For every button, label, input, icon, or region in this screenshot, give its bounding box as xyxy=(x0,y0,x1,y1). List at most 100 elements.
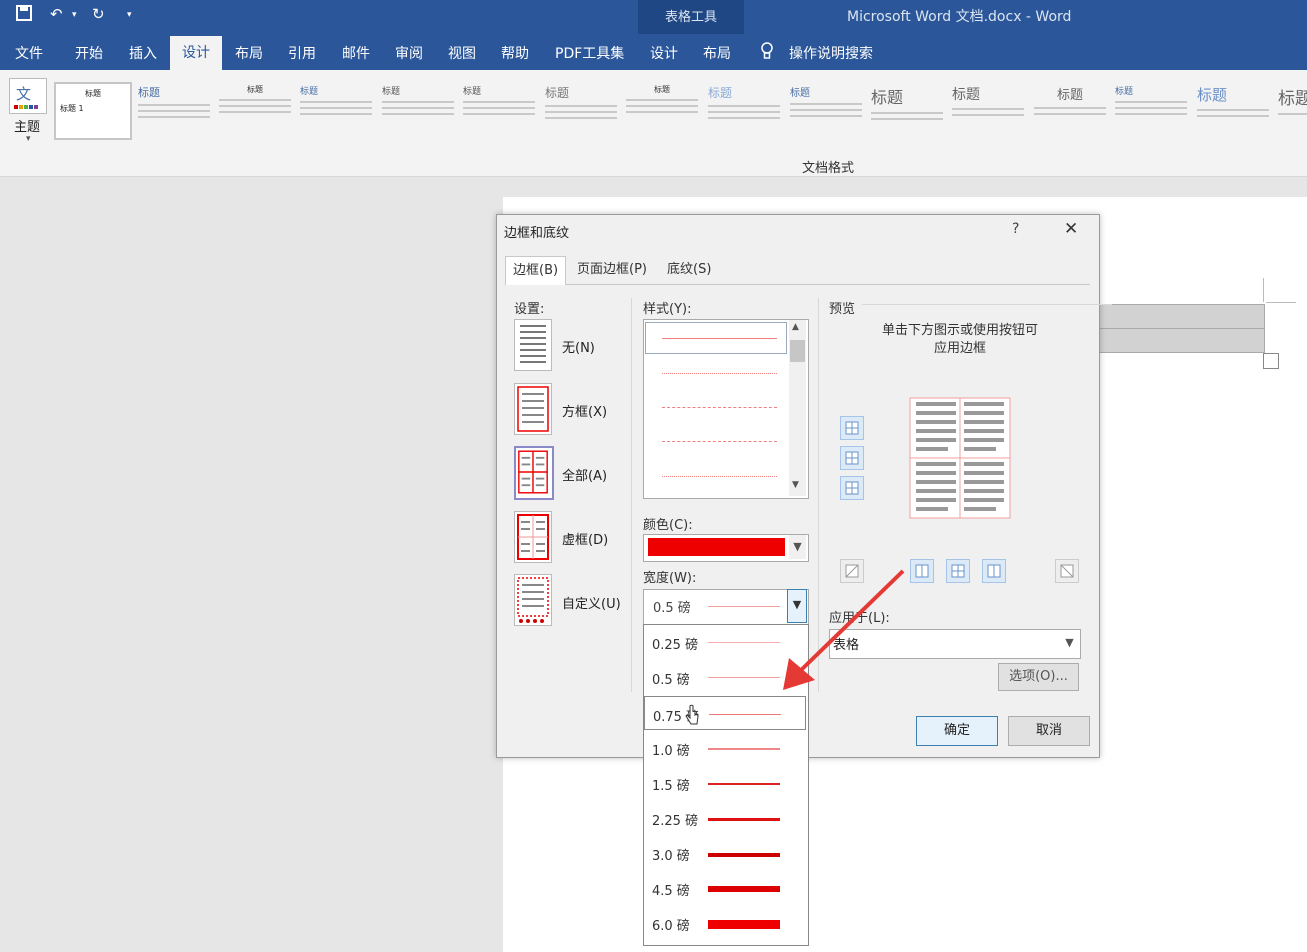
lightbulb-icon xyxy=(760,42,774,60)
line-style-dash-dot[interactable] xyxy=(662,441,777,442)
style-set-thumb[interactable]: 标题 xyxy=(138,84,210,140)
options-button[interactable]: 选项(O)... xyxy=(998,663,1079,691)
cancel-button[interactable]: 取消 xyxy=(1008,716,1090,746)
style-thumb-title: 标题 xyxy=(300,87,319,97)
style-thumb-title: 标题 xyxy=(382,87,401,97)
top-border-icon[interactable] xyxy=(840,416,864,440)
style-set-thumb[interactable]: 标题 xyxy=(626,84,698,140)
tab-table-layout[interactable]: 布局 xyxy=(703,43,731,63)
chevron-down-icon[interactable]: ▾ xyxy=(26,134,31,144)
width-option[interactable]: 3.0 磅 xyxy=(644,836,806,870)
setting-grid-label[interactable]: 虚框(D) xyxy=(562,529,608,548)
scroll-up-icon[interactable]: ▲ xyxy=(792,322,799,332)
setting-custom-label[interactable]: 自定义(U) xyxy=(562,593,621,612)
table-row[interactable] xyxy=(1097,328,1265,353)
tab-help[interactable]: 帮助 xyxy=(501,43,529,63)
bottom-border-icon[interactable] xyxy=(840,476,864,500)
width-select-value: 0.5 磅 xyxy=(653,601,691,616)
tab-page-border[interactable]: 页面边框(P) xyxy=(570,256,654,284)
style-set-thumb[interactable]: 标题 xyxy=(708,84,780,140)
style-set-thumb[interactable]: 标题 xyxy=(545,84,617,140)
line-style-dashed[interactable] xyxy=(662,407,777,408)
setting-all-icon[interactable] xyxy=(514,446,554,500)
style-set-thumb[interactable]: 标题 xyxy=(382,84,454,140)
style-set-thumb[interactable]: 标题 xyxy=(871,84,943,140)
width-option[interactable]: 6.0 磅 xyxy=(644,906,806,940)
width-option[interactable]: 1.0 磅 xyxy=(644,731,806,765)
style-scrollbar-thumb[interactable] xyxy=(790,340,805,362)
style-set-thumb[interactable]: 标题 xyxy=(1115,84,1187,140)
width-label: 宽度(W): xyxy=(643,571,697,586)
style-thumb-title: 标题 xyxy=(654,85,670,94)
chevron-down-icon[interactable]: ▼ xyxy=(1061,630,1078,656)
ok-button[interactable]: 确定 xyxy=(916,716,998,746)
setting-box-label[interactable]: 方框(X) xyxy=(562,401,607,420)
undo-dropdown-icon[interactable]: ▾ xyxy=(72,10,77,20)
setting-box-icon[interactable] xyxy=(514,383,552,435)
save-icon[interactable] xyxy=(16,5,32,25)
setting-custom-icon[interactable] xyxy=(514,574,552,626)
style-thumb-title: 标题 xyxy=(85,89,101,98)
tab-mailings[interactable]: 邮件 xyxy=(342,43,370,63)
tab-review[interactable]: 审阅 xyxy=(395,43,423,63)
style-set-thumb[interactable]: 标题 xyxy=(219,84,291,140)
style-set-thumb[interactable]: 标题 xyxy=(1278,84,1307,140)
right-border-icon[interactable] xyxy=(982,559,1006,583)
style-thumb-title: 标题 xyxy=(790,88,810,99)
table-resize-handle[interactable] xyxy=(1263,353,1279,369)
color-swatch xyxy=(648,538,785,556)
style-set-thumb[interactable]: 标题 xyxy=(952,84,1024,140)
tab-pdf-tools[interactable]: PDF工具集 xyxy=(555,43,624,63)
inside-vertical-border-icon[interactable] xyxy=(946,559,970,583)
tab-table-design[interactable]: 设计 xyxy=(650,43,678,63)
inside-horizontal-border-icon[interactable] xyxy=(840,446,864,470)
customize-qat-icon[interactable]: ▾ xyxy=(127,10,132,20)
tab-insert[interactable]: 插入 xyxy=(129,43,157,63)
width-option[interactable]: 1.5 磅 xyxy=(644,766,806,800)
dialog-title: 边框和底纹 xyxy=(504,226,570,241)
undo-icon[interactable]: ↶ xyxy=(50,5,63,23)
theme-button-label[interactable]: 主题 xyxy=(14,116,40,135)
preview-label: 预览 xyxy=(829,302,856,317)
style-thumb-title: 标题 xyxy=(871,88,904,107)
setting-all-label[interactable]: 全部(A) xyxy=(562,465,607,484)
style-set-selected[interactable]: 标题 标题 1 xyxy=(54,82,132,140)
setting-none-icon[interactable] xyxy=(514,319,552,371)
scroll-down-icon[interactable]: ▼ xyxy=(792,480,799,490)
left-border-icon[interactable] xyxy=(910,559,934,583)
tab-file[interactable]: 文件 xyxy=(15,43,43,63)
redo-icon[interactable]: ↻ xyxy=(92,5,105,23)
tab-borders[interactable]: 边框(B) xyxy=(505,256,567,285)
tab-shading[interactable]: 底纹(S) xyxy=(660,256,718,284)
theme-icon[interactable]: 文 xyxy=(9,78,47,114)
table-row[interactable] xyxy=(1097,304,1265,329)
width-option-highlighted[interactable]: 0.75 磅 xyxy=(644,696,806,730)
border-preview[interactable] xyxy=(908,396,1012,520)
style-set-thumb[interactable]: 标题 xyxy=(790,84,862,140)
style-set-thumb[interactable]: 标题 xyxy=(300,84,372,140)
line-style-dash-dot-dot[interactable] xyxy=(662,476,777,477)
close-icon[interactable]: ✕ xyxy=(1064,219,1078,239)
width-option[interactable]: 4.5 磅 xyxy=(644,871,806,905)
tab-references[interactable]: 引用 xyxy=(288,43,316,63)
line-style-dotted[interactable] xyxy=(662,373,777,374)
width-option[interactable]: 2.25 磅 xyxy=(644,801,806,835)
tab-view[interactable]: 视图 xyxy=(448,43,476,63)
style-set-thumb[interactable]: 标题 xyxy=(1034,84,1106,140)
style-set-thumb[interactable]: 标题 xyxy=(463,84,535,140)
tell-me-search[interactable]: 操作说明搜索 xyxy=(789,43,873,63)
setting-grid-icon[interactable] xyxy=(514,511,552,563)
tab-layout[interactable]: 布局 xyxy=(235,43,263,63)
style-label: 样式(Y): xyxy=(643,302,692,317)
line-style-solid[interactable] xyxy=(662,338,777,339)
style-thumb-title: 标题 xyxy=(708,86,733,100)
help-icon[interactable]: ? xyxy=(1012,221,1019,237)
mouse-cursor-icon xyxy=(684,704,700,730)
setting-none-label[interactable]: 无(N) xyxy=(562,337,595,356)
tab-design[interactable]: 设计 xyxy=(170,36,222,70)
diagonal-up-border-icon[interactable] xyxy=(1055,559,1079,583)
svg-text:文: 文 xyxy=(16,85,31,103)
chevron-down-icon[interactable]: ▼ xyxy=(789,535,806,559)
style-set-thumb[interactable]: 标题 xyxy=(1197,84,1269,140)
tab-home[interactable]: 开始 xyxy=(75,43,103,63)
